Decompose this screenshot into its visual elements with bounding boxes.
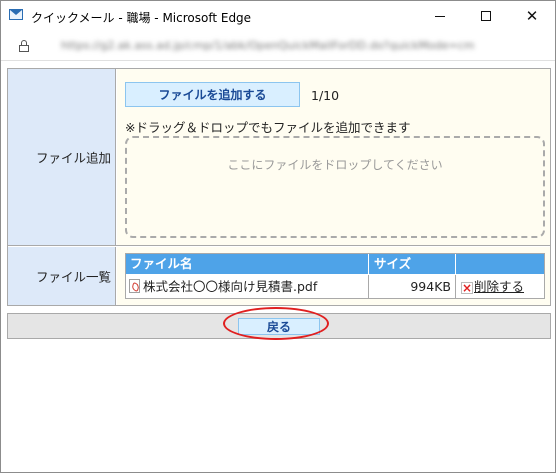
- browser-window: クイックメール - 職場 - Microsoft Edge ✕ https://…: [0, 0, 556, 473]
- back-button[interactable]: 戻る: [238, 318, 320, 335]
- file-table: ファイル名 サイズ 株式会社〇〇様向け見積書.pdf 994KB × 削除する: [125, 253, 545, 299]
- minimize-icon: [435, 15, 445, 17]
- file-name-cell: 株式会社〇〇様向け見積書.pdf: [126, 275, 369, 298]
- address-bar: https://g2.ak.ass.ad.jp/cmp/1/abk/OpenQu…: [1, 31, 555, 61]
- drop-zone-text: ここにファイルをドロップしてください: [227, 158, 443, 172]
- delete-x-icon[interactable]: ×: [461, 282, 473, 294]
- minimize-button[interactable]: [417, 1, 463, 31]
- back-button-bar: 戻る: [7, 313, 551, 339]
- upload-form-table: ファイル追加 ファイルを追加する 1/10 ※ドラッグ＆ドロップでもファイルを追…: [7, 68, 551, 306]
- column-header-filename: ファイル名: [126, 254, 369, 274]
- url-text[interactable]: https://g2.ak.ass.ad.jp/cmp/1/abk/OpenQu…: [61, 39, 531, 52]
- column-header-action: [457, 254, 544, 274]
- mail-app-icon: [9, 9, 23, 20]
- table-row: 株式会社〇〇様向け見積書.pdf 994KB × 削除する: [126, 275, 544, 298]
- file-name: 株式会社〇〇様向け見積書.pdf: [143, 279, 318, 294]
- file-add-value-cell: ファイルを追加する 1/10 ※ドラッグ＆ドロップでもファイルを追加できます こ…: [117, 69, 550, 245]
- column-header-size: サイズ: [370, 254, 456, 274]
- close-icon: ✕: [525, 6, 539, 25]
- window-title: クイックメール - 職場 - Microsoft Edge: [31, 11, 252, 25]
- file-count: 1/10: [311, 88, 340, 103]
- page-content: ファイル追加 ファイルを追加する 1/10 ※ドラッグ＆ドロップでもファイルを追…: [1, 62, 555, 472]
- title-bar: クイックメール - 職場 - Microsoft Edge ✕: [1, 1, 555, 31]
- file-add-label: ファイル追加: [35, 150, 111, 166]
- file-add-row: ファイル追加 ファイルを追加する 1/10 ※ドラッグ＆ドロップでもファイルを追…: [8, 69, 550, 246]
- drag-drop-note: ※ドラッグ＆ドロップでもファイルを追加できます: [125, 120, 411, 135]
- file-list-value-cell: ファイル名 サイズ 株式会社〇〇様向け見積書.pdf 994KB × 削除する: [117, 247, 550, 305]
- close-button[interactable]: ✕: [509, 1, 555, 31]
- delete-action-cell: × 削除する: [457, 275, 544, 298]
- file-list-label-cell: ファイル一覧: [8, 247, 116, 305]
- file-size: 994KB: [370, 275, 456, 298]
- file-list-row: ファイル一覧 ファイル名 サイズ 株式会社〇〇様向け見積書.pdf 994KB …: [8, 247, 550, 305]
- delete-file-link[interactable]: 削除する: [474, 279, 524, 294]
- pdf-file-icon: [129, 279, 140, 293]
- file-add-label-cell: ファイル追加: [8, 69, 116, 245]
- file-table-header: ファイル名 サイズ: [126, 254, 544, 274]
- maximize-button[interactable]: [463, 1, 509, 31]
- add-file-button[interactable]: ファイルを追加する: [125, 82, 300, 107]
- file-list-label: ファイル一覧: [35, 269, 111, 285]
- lock-icon[interactable]: [19, 40, 29, 52]
- maximize-icon: [481, 11, 491, 21]
- file-drop-zone[interactable]: ここにファイルをドロップしてください: [125, 136, 545, 238]
